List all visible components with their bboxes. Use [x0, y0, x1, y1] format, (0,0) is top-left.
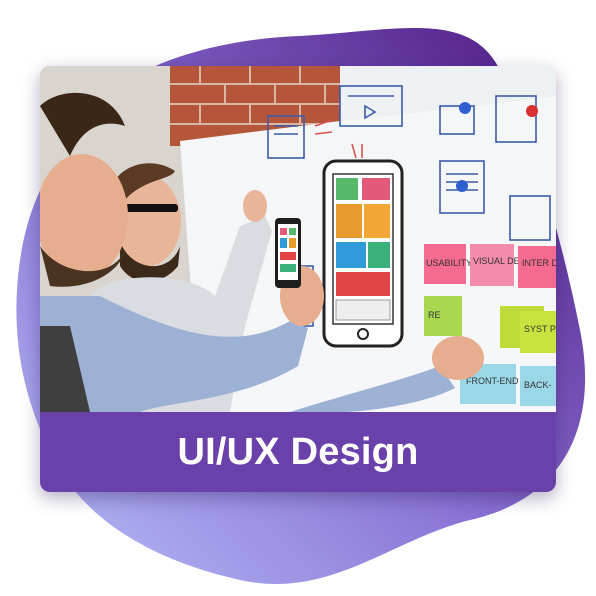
sticky-usability: USABILITY [426, 258, 472, 268]
course-card[interactable]: USABILITY VISUAL DESIGN INTER DE RE SYST… [40, 66, 556, 492]
caption-bar: UI/UX Design [40, 412, 556, 492]
sticky-research: RE [428, 310, 441, 320]
sticky-interaction: INTER DE [522, 258, 556, 268]
sticky-backend: BACK- [524, 380, 552, 390]
designers-whiteboard-photo: USABILITY VISUAL DESIGN INTER DE RE SYST… [40, 66, 556, 412]
sticky-system: SYST PERFOR [524, 324, 556, 334]
course-title: UI/UX Design [177, 430, 419, 473]
sticky-frontend: FRONT-END [466, 376, 519, 386]
